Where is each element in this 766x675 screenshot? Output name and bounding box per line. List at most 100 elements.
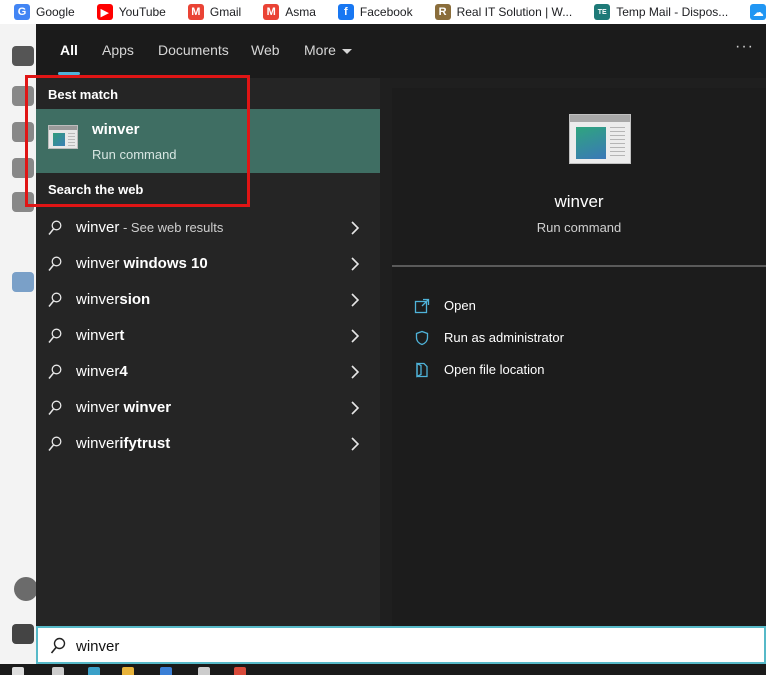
result-prefix: winver [76,219,120,236]
preview-subtitle: Run command [536,220,622,235]
bookmark-label: Asma [285,5,316,19]
bookmark-item[interactable]: ▶ YouTube [83,0,174,24]
chevron-right-icon [351,401,360,415]
bookmark-label: Real IT Solution | W... [456,5,573,19]
tab-web[interactable]: Web [251,42,280,58]
web-result-text: winver4 [76,363,128,380]
caret-down-icon [341,48,352,54]
app-icon[interactable] [198,667,210,675]
bookmark-item[interactable]: M Gmail [174,0,249,24]
web-result-item[interactable]: winver4 [36,354,380,390]
gmail-icon: M [263,4,280,20]
web-result-text: winver - See web results [76,219,223,236]
tempmail-icon: TE [594,4,611,20]
bookmark-label: Google [36,5,75,19]
action-open-file-location-label: Open file location [444,362,545,377]
tab-apps[interactable]: Apps [102,42,134,58]
file-explorer-icon[interactable] [122,667,134,675]
bookmark-label: Gmail [209,5,242,19]
search-icon [50,637,66,654]
windows-start-icon[interactable] [12,667,24,675]
web-result-item[interactable]: winver winver [36,390,380,426]
bookmark-item[interactable]: M Asma [249,0,324,24]
result-suffix: t [119,327,125,344]
divider [392,265,766,267]
chevron-right-icon [351,257,360,271]
result-prefix: winver [76,363,120,380]
search-icon [48,256,62,271]
search-box[interactable] [36,626,766,664]
bookmark-item[interactable]: G Google [0,0,83,24]
web-result-text: winver winver [76,399,171,416]
web-result-text: winvert [76,327,124,344]
action-run-as-admin[interactable]: Run as administrator [414,327,714,351]
facebook-icon: f [337,4,354,20]
chevron-right-icon [351,221,360,235]
search-icon [48,400,62,415]
web-result-text: winversion [76,291,150,308]
action-run-as-admin-label: Run as administrator [444,330,564,345]
thumbnail-icon [12,272,34,292]
search-icon[interactable] [52,667,64,675]
bookmark-item[interactable]: R Real IT Solution | W... [421,0,581,24]
chevron-right-icon [351,293,360,307]
search-icon [48,292,62,307]
avatar [14,577,38,601]
web-result-item[interactable]: winver windows 10 [36,246,380,282]
result-note: - See web results [119,220,224,235]
chrome-icon[interactable] [234,667,246,675]
edge-icon[interactable] [88,667,100,675]
open-icon [414,298,430,314]
bookmarks-bar: G Google ▶ YouTube M Gmail M Asma f Facebook R Real… [0,0,766,24]
run-command-app-icon [569,114,631,164]
result-suffix: sion [119,291,151,308]
web-result-text: winver windows 10 [76,255,208,272]
tab-more-label: More [304,42,336,58]
search-icon [48,220,62,235]
web-result-item[interactable]: winver - See web results [36,210,380,246]
tab-more[interactable]: More [304,42,352,58]
result-prefix: winver [76,399,120,416]
chevron-right-icon [351,437,360,451]
google-icon: G [14,4,30,20]
youtube-icon: ▶ [96,4,113,20]
search-icon [48,364,62,379]
search-icon [48,328,62,343]
chevron-right-icon [351,329,360,343]
web-result-item[interactable]: winversion [36,282,380,318]
action-open[interactable]: Open [414,295,714,319]
highlight-annotation-box [25,75,250,207]
store-icon[interactable] [160,667,172,675]
result-suffix: windows 10 [119,255,208,272]
bookmark-label: Facebook [359,5,413,19]
bookmark-item[interactable]: f Facebook [324,0,421,24]
chat-icon [12,46,34,66]
result-suffix: ifytrust [119,435,171,452]
result-suffix: winver [119,399,172,416]
folder-icon [416,362,428,378]
taskbar [0,664,766,675]
search-icon [48,436,62,451]
preview-pane: winver Run command Open Run as administr… [392,88,766,626]
result-suffix: 4 [119,363,128,380]
site-icon: R [434,4,451,20]
preview-title: winver [554,192,604,211]
bookmark-item[interactable]: TE Temp Mail - Dispos... [580,0,736,24]
result-prefix: winver [76,255,120,272]
action-open-label: Open [444,298,476,313]
result-prefix: winver [76,291,120,308]
tab-documents[interactable]: Documents [158,42,229,58]
search-input[interactable] [76,635,576,657]
more-options-icon[interactable]: ··· [735,38,754,56]
tab-all[interactable]: All [60,42,78,58]
action-open-file-location[interactable]: Open file location [414,359,714,383]
search-tabs-bar: All Apps Documents Web More ··· [36,24,766,78]
bookmark-item[interactable]: ☁Dubo [736,0,766,24]
web-result-item[interactable]: winverifytrust [36,426,380,462]
web-result-item[interactable]: winvert [36,318,380,354]
media-icon [12,624,34,644]
result-prefix: winver [76,327,120,344]
chevron-right-icon [351,365,360,379]
bookmark-label: Temp Mail - Dispos... [616,5,729,19]
bookmark-label: YouTube [118,5,166,19]
